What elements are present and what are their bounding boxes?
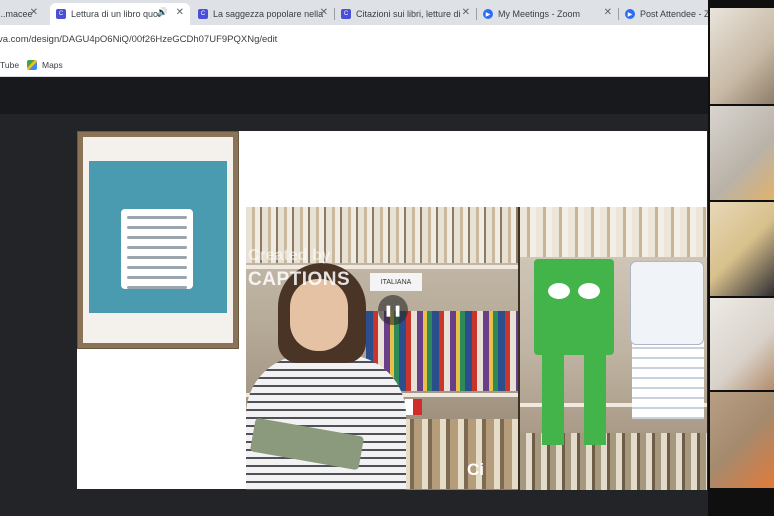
canva-icon: C bbox=[198, 9, 208, 19]
watermark-created-by: Created by bbox=[248, 247, 331, 264]
close-tab-icon[interactable]: ✕ bbox=[30, 7, 38, 18]
bookmarks-bar: Tube Maps bbox=[0, 55, 774, 77]
bookmark-maps[interactable]: Maps bbox=[27, 60, 63, 70]
url-text[interactable]: va.com/design/DAGU4pO6NiQ/00f26HzeGCDh07… bbox=[0, 34, 277, 45]
captions-logo: Ci bbox=[467, 460, 484, 479]
maps-icon bbox=[27, 60, 37, 70]
participant-video-tile[interactable] bbox=[710, 298, 774, 390]
address-bar[interactable]: va.com/design/DAGU4pO6NiQ/00f26HzeGCDh07… bbox=[0, 25, 774, 55]
reading-video[interactable]: ITALIANA Created by CAPTIONS ❚❚ Ci bbox=[246, 207, 707, 490]
canva-editor: ITALIANA Created by CAPTIONS ❚❚ Ci bbox=[0, 77, 708, 516]
poster-illustration bbox=[89, 161, 227, 313]
tab-lettura[interactable]: C Lettura di un libro quo 🔊 ✕ bbox=[50, 3, 190, 25]
zoom-participant-gallery bbox=[708, 0, 774, 516]
green-paper-robot bbox=[534, 259, 614, 355]
design-page[interactable]: ITALIANA Created by CAPTIONS ❚❚ Ci bbox=[77, 131, 707, 490]
book-row bbox=[396, 419, 518, 489]
book-row bbox=[520, 207, 707, 257]
zoom-icon: ▶ bbox=[625, 9, 635, 19]
white-paper-robot bbox=[630, 261, 704, 345]
close-tab-icon[interactable]: ✕ bbox=[320, 7, 328, 18]
browser-tab-bar: ...macee ✕ C Lettura di un libro quo 🔊 ✕… bbox=[0, 0, 774, 25]
robot-eye bbox=[548, 283, 570, 299]
participant-video-tile[interactable] bbox=[710, 8, 774, 104]
green-robot-legs bbox=[542, 355, 606, 445]
close-tab-icon[interactable]: ✕ bbox=[176, 7, 184, 18]
tab-previous[interactable]: ...macee ✕ bbox=[0, 3, 44, 25]
canva-icon: C bbox=[56, 9, 66, 19]
tab-citazioni[interactable]: C Citazioni sui libri, letture di ✕ bbox=[335, 3, 476, 25]
poster-text-card bbox=[121, 209, 193, 289]
participant-video-tile[interactable] bbox=[710, 106, 774, 200]
tab-zoom-meetings[interactable]: ▶ My Meetings - Zoom ✕ bbox=[477, 3, 618, 25]
canva-icon: C bbox=[341, 9, 351, 19]
framed-poster-image[interactable] bbox=[77, 131, 239, 349]
tab-zoom-attendee[interactable]: ▶ Post Attendee - Zo bbox=[619, 3, 711, 25]
close-tab-icon[interactable]: ✕ bbox=[462, 7, 470, 18]
tab-saggezza[interactable]: C La saggezza popolare nella ✕ bbox=[192, 3, 334, 25]
speaker-icon[interactable]: 🔊 bbox=[157, 7, 168, 18]
zoom-icon: ▶ bbox=[483, 9, 493, 19]
robot-eye bbox=[578, 283, 600, 299]
close-tab-icon[interactable]: ✕ bbox=[604, 7, 612, 18]
video-left-scene: ITALIANA Created by CAPTIONS ❚❚ bbox=[246, 207, 518, 490]
bookmark-youtube[interactable]: Tube bbox=[0, 60, 19, 70]
watermark-captions: CAPTIONS bbox=[248, 269, 351, 290]
poster-mat bbox=[83, 137, 233, 343]
shelf-label: ITALIANA bbox=[370, 273, 422, 291]
participant-video-tile[interactable] bbox=[710, 392, 774, 488]
participant-video-tile[interactable] bbox=[710, 202, 774, 296]
editor-toolbar bbox=[0, 77, 708, 114]
pause-button[interactable]: ❚❚ bbox=[378, 295, 408, 325]
